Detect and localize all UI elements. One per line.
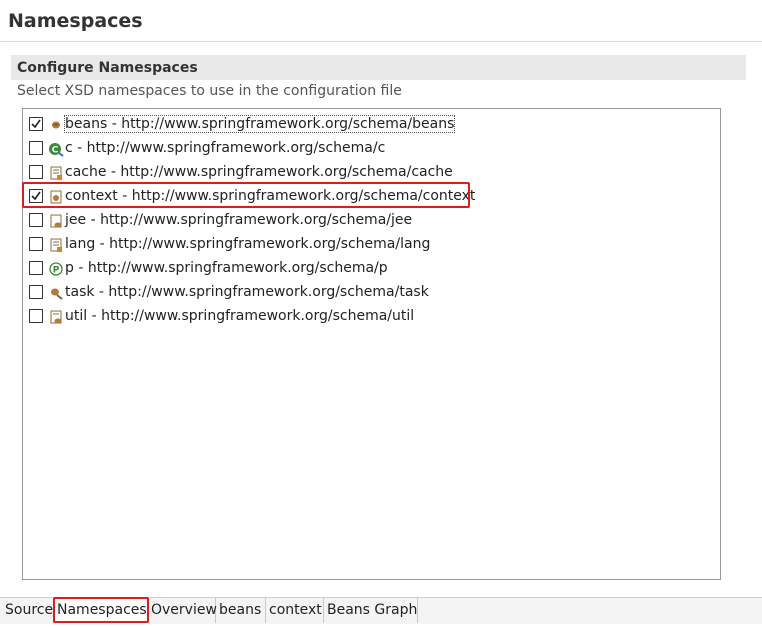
page-title: Namespaces [8, 10, 143, 32]
c-namespace-icon: C [48, 141, 64, 157]
namespace-checkbox-jee[interactable] [29, 213, 43, 227]
namespace-checkbox-cache[interactable] [29, 165, 43, 179]
namespaces-tab-highlight-annotation [53, 597, 149, 623]
cache-icon [48, 165, 64, 181]
util-icon [48, 309, 64, 325]
namespace-label-p: p - http://www.springframework.org/schem… [65, 260, 388, 276]
lang-icon [48, 237, 64, 253]
tab-overview[interactable]: Overview [148, 598, 217, 623]
namespace-row-beans[interactable]: beans - http://www.springframework.org/s… [27, 114, 707, 136]
tab-context[interactable]: context [266, 598, 324, 623]
namespace-checkbox-util[interactable] [29, 309, 43, 323]
namespace-row-task[interactable]: task - http://www.springframework.org/sc… [27, 282, 707, 304]
namespace-label-beans: beans - http://www.springframework.org/s… [63, 115, 456, 133]
namespace-label-task: task - http://www.springframework.org/sc… [65, 284, 429, 300]
tab-beans-graph[interactable]: Beans Graph [324, 598, 418, 623]
namespace-row-lang[interactable]: lang - http://www.springframework.org/sc… [27, 234, 707, 256]
svg-text:P: P [53, 266, 60, 276]
bean-icon [48, 117, 64, 133]
namespace-checkbox-p[interactable] [29, 261, 43, 275]
tab-source[interactable]: Source [2, 598, 54, 623]
namespace-label-jee: jee - http://www.springframework.org/sch… [65, 212, 413, 228]
jee-icon [48, 213, 64, 229]
namespace-label-util: util - http://www.springframework.org/sc… [65, 308, 415, 324]
namespace-row-util[interactable]: util - http://www.springframework.org/sc… [27, 306, 707, 328]
svg-text:C: C [52, 146, 59, 156]
namespace-row-cache[interactable]: cache - http://www.springframework.org/s… [27, 162, 707, 184]
task-icon [48, 285, 64, 301]
section-header: Configure Namespaces [11, 55, 746, 80]
section-description: Select XSD namespaces to use in the conf… [17, 83, 402, 99]
tab-beans[interactable]: beans [216, 598, 266, 623]
namespace-checkbox-beans[interactable] [29, 117, 43, 131]
namespace-label-cache: cache - http://www.springframework.org/s… [65, 164, 453, 180]
context-highlight-annotation [22, 182, 470, 208]
section-title: Configure Namespaces [17, 60, 198, 76]
title-divider [0, 41, 762, 42]
p-namespace-icon: P [48, 261, 64, 277]
namespace-checkbox-c[interactable] [29, 141, 43, 155]
namespace-label-lang: lang - http://www.springframework.org/sc… [65, 236, 431, 252]
namespace-row-p[interactable]: P p - http://www.springframework.org/sch… [27, 258, 707, 280]
namespace-checkbox-lang[interactable] [29, 237, 43, 251]
namespace-row-jee[interactable]: jee - http://www.springframework.org/sch… [27, 210, 707, 232]
namespace-checkbox-task[interactable] [29, 285, 43, 299]
namespace-list[interactable]: beans - http://www.springframework.org/s… [22, 108, 721, 580]
namespace-row-c[interactable]: C c - http://www.springframework.org/sch… [27, 138, 707, 160]
namespace-label-c: c - http://www.springframework.org/schem… [65, 140, 386, 156]
